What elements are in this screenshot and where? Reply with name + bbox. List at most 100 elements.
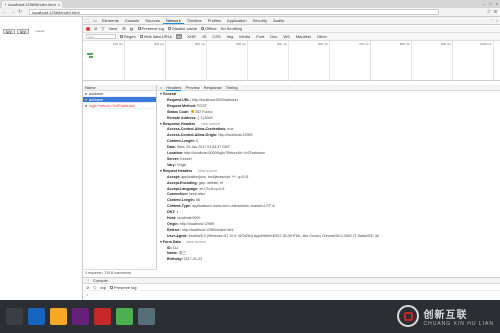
window-controls: – □ ×: [483, 1, 498, 6]
overview-request-bar: [87, 53, 93, 55]
tab-preview[interactable]: Preview: [185, 85, 199, 90]
app-icon[interactable]: [94, 308, 111, 325]
menu-icon[interactable]: ≡: [494, 9, 497, 15]
devtools-more-icon[interactable]: ⋮ ×: [491, 18, 498, 23]
close-tab-icon[interactable]: ×: [58, 2, 60, 7]
filter-type-font[interactable]: Font: [255, 34, 265, 39]
browser-tab[interactable]: localhost:12969/index.html ×: [2, 1, 62, 8]
filter-type-xhr[interactable]: XHR: [186, 34, 196, 39]
filter-type-other[interactable]: Other: [316, 34, 328, 39]
disable-cache-checkbox[interactable]: Disable cache: [168, 26, 197, 31]
network-status-bar: 3 requests | 730 B transferred: [83, 269, 157, 276]
close-window-button[interactable]: ×: [496, 1, 498, 6]
device-toolbar-icon[interactable]: ▭: [91, 18, 99, 23]
tab-title: localhost:12969/index.html: [8, 2, 56, 7]
tab-timing[interactable]: Timing: [226, 85, 238, 90]
view-label: View:: [108, 26, 119, 31]
overview-tick: 800 ms: [400, 42, 410, 46]
filter-console-icon[interactable]: ▽: [93, 285, 96, 290]
explorer-icon[interactable]: [50, 308, 67, 325]
forward-icon[interactable]: →: [10, 9, 15, 15]
tab-headers[interactable]: Headers: [166, 85, 182, 91]
tab-sources[interactable]: Sources: [142, 18, 163, 23]
filter-type-css[interactable]: CSS: [211, 34, 221, 39]
page-output-text: <none>: [35, 29, 46, 33]
page-content: 提交 提交 <none>: [0, 17, 82, 300]
start-icon[interactable]: [6, 308, 23, 325]
bookmark-star-icon[interactable]: ☆: [487, 9, 491, 15]
filter-icon[interactable]: ▽: [101, 26, 104, 31]
filter-type-media[interactable]: Media: [238, 34, 251, 39]
form-data-item: Birthday: 2017-01-23: [167, 257, 203, 262]
address-bar: ← → ↻ localhost:12969/index.html ☆ ≡: [0, 8, 500, 17]
overview-request-bar: [89, 56, 93, 58]
view-source-link[interactable]: view source: [187, 240, 206, 244]
view-waterfall-icon[interactable]: ▤: [130, 26, 134, 31]
browser-tab-strip: localhost:12969/index.html × – □ ×: [0, 0, 500, 8]
filter-type-ws[interactable]: WS: [282, 34, 290, 39]
page-favicon-icon: [5, 3, 7, 6]
preserve-log-checkbox[interactable]: Preserve log: [137, 26, 164, 31]
filter-type-doc[interactable]: Doc: [269, 34, 278, 39]
view-list-icon[interactable]: ☰: [122, 26, 126, 31]
filter-type-all[interactable]: All: [175, 34, 183, 39]
hide-data-urls-checkbox[interactable]: Hide data URLs: [139, 34, 172, 39]
submit-button-1[interactable]: 提交: [3, 29, 16, 34]
filter-type-img[interactable]: Img: [226, 34, 235, 39]
record-icon[interactable]: [86, 26, 90, 31]
tab-network[interactable]: Network: [163, 18, 184, 24]
reload-icon[interactable]: ↻: [18, 9, 22, 15]
devtools-panel: ⬚ ▭ Elements Console Sources Network Tim…: [82, 17, 500, 300]
request-row-error[interactable]: login?return=%2Fadduser: [83, 103, 156, 109]
visual-studio-icon[interactable]: [72, 308, 89, 325]
overview-tick: 500 ms: [277, 42, 287, 46]
throttling-select[interactable]: No throttling: [221, 26, 243, 31]
back-icon[interactable]: ←: [2, 9, 7, 15]
maximize-button[interactable]: □: [489, 1, 491, 6]
headers-content: ▾ General Request URL: http://localhost:…: [157, 91, 500, 263]
tab-response[interactable]: Response: [204, 85, 222, 90]
tab-console-drawer[interactable]: Console: [93, 278, 108, 283]
console-drawer: ⋮ Console ⊘ ▽ top Preserve log >: [83, 277, 500, 300]
tab-timeline[interactable]: Timeline: [184, 18, 205, 23]
app-icon[interactable]: [138, 308, 155, 325]
watermark-en: CHUANG XIN HU LIAN: [423, 320, 494, 327]
clear-icon[interactable]: ⊘: [94, 26, 97, 31]
console-preserve-log-checkbox[interactable]: Preserve log: [110, 285, 136, 290]
minimize-button[interactable]: –: [483, 1, 485, 6]
network-filter-bar: Filter Regex Hide data URLs All XHR JS C…: [83, 33, 500, 41]
overview-tick: 200 ms: [154, 42, 164, 46]
url-input[interactable]: localhost:12969/index.html: [29, 9, 440, 15]
context-select[interactable]: top: [100, 285, 106, 290]
filter-type-manifest[interactable]: Manifest: [295, 34, 312, 39]
view-source-link[interactable]: view source: [198, 169, 217, 173]
tab-application[interactable]: Application: [224, 18, 250, 23]
tab-profiles[interactable]: Profiles: [205, 18, 224, 23]
inspect-icon[interactable]: ⬚: [83, 18, 91, 23]
overview-tick: 300 ms: [195, 42, 205, 46]
document-icon: [85, 105, 87, 107]
overview-tick: 900 ms: [441, 42, 451, 46]
os-taskbar: 创新互联 CHUANG XIN HU LIAN: [0, 300, 500, 333]
offline-checkbox[interactable]: Offline: [201, 26, 217, 31]
drawer-menu-icon[interactable]: ⋮: [86, 278, 90, 283]
tab-elements[interactable]: Elements: [99, 18, 122, 23]
document-icon: [85, 99, 87, 101]
submit-button-2[interactable]: 提交: [17, 29, 30, 34]
chrome-icon[interactable]: [116, 308, 133, 325]
regex-checkbox[interactable]: Regex: [120, 34, 136, 39]
view-source-link[interactable]: view source: [201, 122, 220, 126]
filter-type-js[interactable]: JS: [201, 34, 208, 39]
filter-input[interactable]: Filter: [86, 34, 116, 39]
watermark-logo: [397, 305, 420, 327]
clear-console-icon[interactable]: ⊘: [86, 285, 89, 290]
document-icon: [85, 93, 87, 95]
url-text: localhost:12969/index.html: [32, 9, 80, 15]
tab-console[interactable]: Console: [122, 18, 143, 23]
overview-tick: 400 ms: [236, 42, 246, 46]
console-prompt[interactable]: >: [83, 291, 500, 298]
ie-icon[interactable]: [28, 308, 45, 325]
close-detail-icon[interactable]: ×: [160, 85, 162, 90]
tab-security[interactable]: Security: [250, 18, 270, 23]
tab-audits[interactable]: Audits: [270, 18, 287, 23]
